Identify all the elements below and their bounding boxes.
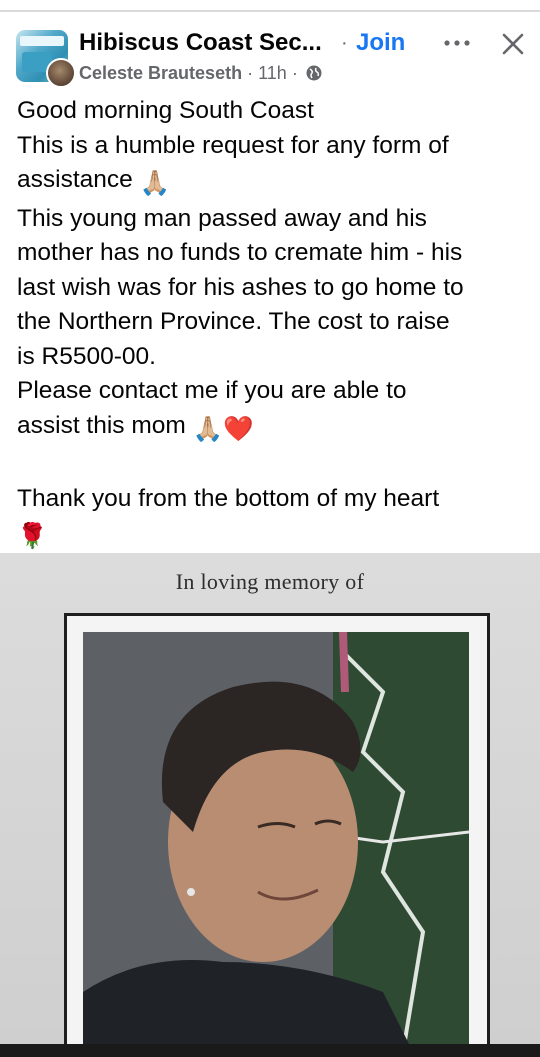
top-divider	[0, 10, 540, 12]
more-horizontal-icon[interactable]	[440, 30, 474, 56]
author-avatar[interactable]	[46, 58, 76, 88]
group-name-link[interactable]: Hibiscus Coast Sec...	[79, 28, 341, 58]
memorial-portrait	[83, 632, 469, 1044]
praying-hands-emoji: 🙏🏼	[139, 170, 171, 197]
join-button[interactable]: Join	[356, 28, 405, 58]
post-line: Good morning South Coast	[17, 97, 314, 124]
post-line: the Northern Province. The cost to raise	[17, 308, 450, 335]
rose-emoji: 🌹	[17, 523, 48, 550]
post-time[interactable]: 11h	[258, 63, 287, 83]
post-line: Please contact me if you are able to	[17, 377, 407, 404]
close-icon[interactable]	[497, 28, 529, 60]
post-line: assistance	[17, 166, 133, 193]
post-line: mother has no funds to cremate him - his	[17, 239, 463, 266]
meta-separator: ·	[291, 63, 298, 83]
author-name-link[interactable]: Celeste Brauteseth	[79, 63, 242, 83]
post-header: Hibiscus Coast Sec... · Join Celeste Bra…	[0, 24, 540, 88]
memorial-frame	[64, 613, 490, 1044]
separator-dot: ·	[341, 32, 348, 54]
praying-hands-heart-emoji: 🙏🏼❤️	[192, 415, 254, 443]
post-line: This is a humble request for any form of	[17, 131, 449, 159]
post-line: last wish was for his ashes to go home t…	[17, 273, 464, 301]
post-photo[interactable]: In loving memory of	[0, 553, 540, 1044]
bottom-bar	[0, 1044, 540, 1057]
post-line: Thank you from the bottom of my heart	[17, 484, 440, 512]
post-line: This young man passed away and his	[17, 204, 427, 232]
post-meta: Celeste Brauteseth · 11h ·	[79, 62, 323, 84]
post-body: Good morning South Coast This is a humbl…	[17, 94, 529, 555]
post-line: assist this mom	[17, 411, 186, 439]
post-line: is R5500-00.	[17, 342, 156, 370]
globe-icon	[306, 65, 322, 81]
meta-separator: ·	[247, 63, 254, 83]
memorial-heading: In loving memory of	[175, 569, 365, 594]
